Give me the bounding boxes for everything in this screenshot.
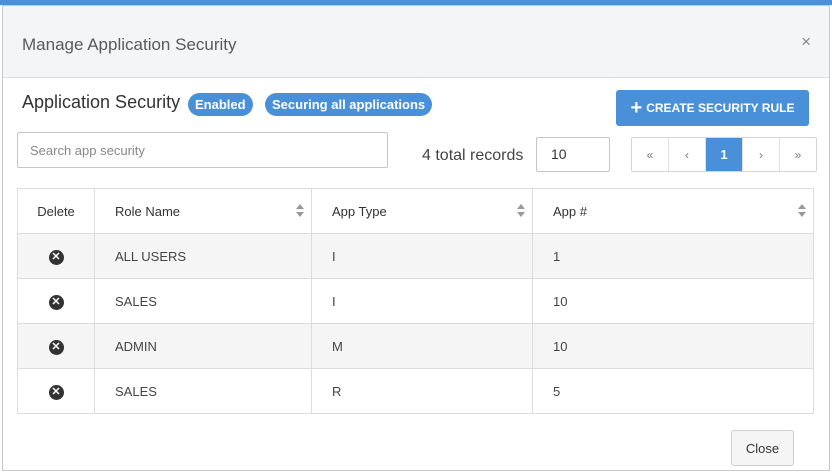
total-records-text: 4 total records bbox=[422, 147, 524, 164]
page-1-button[interactable]: 1 bbox=[706, 138, 743, 171]
sort-icon[interactable] bbox=[798, 204, 806, 218]
app-type-column-header[interactable]: App Type bbox=[311, 188, 533, 234]
page-size-input[interactable]: 10 bbox=[536, 137, 610, 172]
app-type-cell: I bbox=[311, 233, 533, 279]
security-rules-table: Delete Role Name App Type App # ✕ ALL US… bbox=[17, 188, 814, 414]
role-name-cell: SALES bbox=[94, 278, 312, 324]
role-name-header-label: Role Name bbox=[115, 203, 181, 219]
app-type-header-label: App Type bbox=[332, 203, 387, 219]
app-number-cell: 1 bbox=[532, 233, 814, 279]
plus-icon: + bbox=[630, 97, 643, 119]
manage-security-modal: Manage Application Security × Applicatio… bbox=[2, 5, 830, 471]
modal-title: Manage Application Security bbox=[22, 35, 237, 54]
app-number-header-label: App # bbox=[553, 203, 587, 219]
pagination: « ‹ 1 › » bbox=[631, 137, 817, 172]
role-name-cell: ADMIN bbox=[94, 323, 312, 369]
first-page-button[interactable]: « bbox=[632, 138, 669, 171]
next-page-button[interactable]: › bbox=[743, 138, 780, 171]
securing-all-badge[interactable]: Securing all applications bbox=[265, 93, 433, 116]
delete-icon[interactable]: ✕ bbox=[48, 249, 64, 265]
role-name-cell: SALES bbox=[94, 368, 312, 414]
delete-icon[interactable]: ✕ bbox=[48, 339, 64, 355]
delete-icon[interactable]: ✕ bbox=[48, 384, 64, 400]
delete-cell: ✕ bbox=[17, 368, 95, 414]
delete-cell: ✕ bbox=[17, 278, 95, 324]
delete-cell: ✕ bbox=[17, 323, 95, 369]
role-name-cell: ALL USERS bbox=[94, 233, 312, 279]
table-row: ✕ ALL USERS I 1 bbox=[17, 233, 814, 279]
close-icon[interactable]: × bbox=[801, 32, 811, 52]
app-number-cell: 5 bbox=[532, 368, 814, 414]
sort-icon[interactable] bbox=[517, 204, 525, 218]
search-input[interactable] bbox=[17, 132, 388, 168]
last-page-button[interactable]: » bbox=[780, 138, 816, 171]
app-number-column-header[interactable]: App # bbox=[532, 188, 814, 234]
modal-header: Manage Application Security × bbox=[3, 6, 829, 78]
app-type-cell: M bbox=[311, 323, 533, 369]
sort-icon[interactable] bbox=[296, 204, 304, 218]
create-security-rule-button[interactable]: + CREATE SECURITY RULE bbox=[616, 90, 809, 126]
role-name-column-header[interactable]: Role Name bbox=[94, 188, 312, 234]
app-type-cell: I bbox=[311, 278, 533, 324]
enabled-badge[interactable]: Enabled bbox=[188, 93, 253, 116]
delete-cell: ✕ bbox=[17, 233, 95, 279]
app-number-cell: 10 bbox=[532, 278, 814, 324]
table-header-row: Delete Role Name App Type App # bbox=[17, 188, 814, 234]
create-security-rule-label: CREATE SECURITY RULE bbox=[646, 101, 795, 115]
delete-column-header: Delete bbox=[17, 188, 95, 234]
delete-icon[interactable]: ✕ bbox=[48, 294, 64, 310]
table-row: ✕ SALES R 5 bbox=[17, 368, 814, 414]
close-button[interactable]: Close bbox=[731, 430, 794, 466]
prev-page-button[interactable]: ‹ bbox=[669, 138, 706, 171]
table-row: ✕ SALES I 10 bbox=[17, 278, 814, 324]
application-security-label: Application Security bbox=[22, 92, 181, 112]
app-type-cell: R bbox=[311, 368, 533, 414]
table-row: ✕ ADMIN M 10 bbox=[17, 323, 814, 369]
app-number-cell: 10 bbox=[532, 323, 814, 369]
